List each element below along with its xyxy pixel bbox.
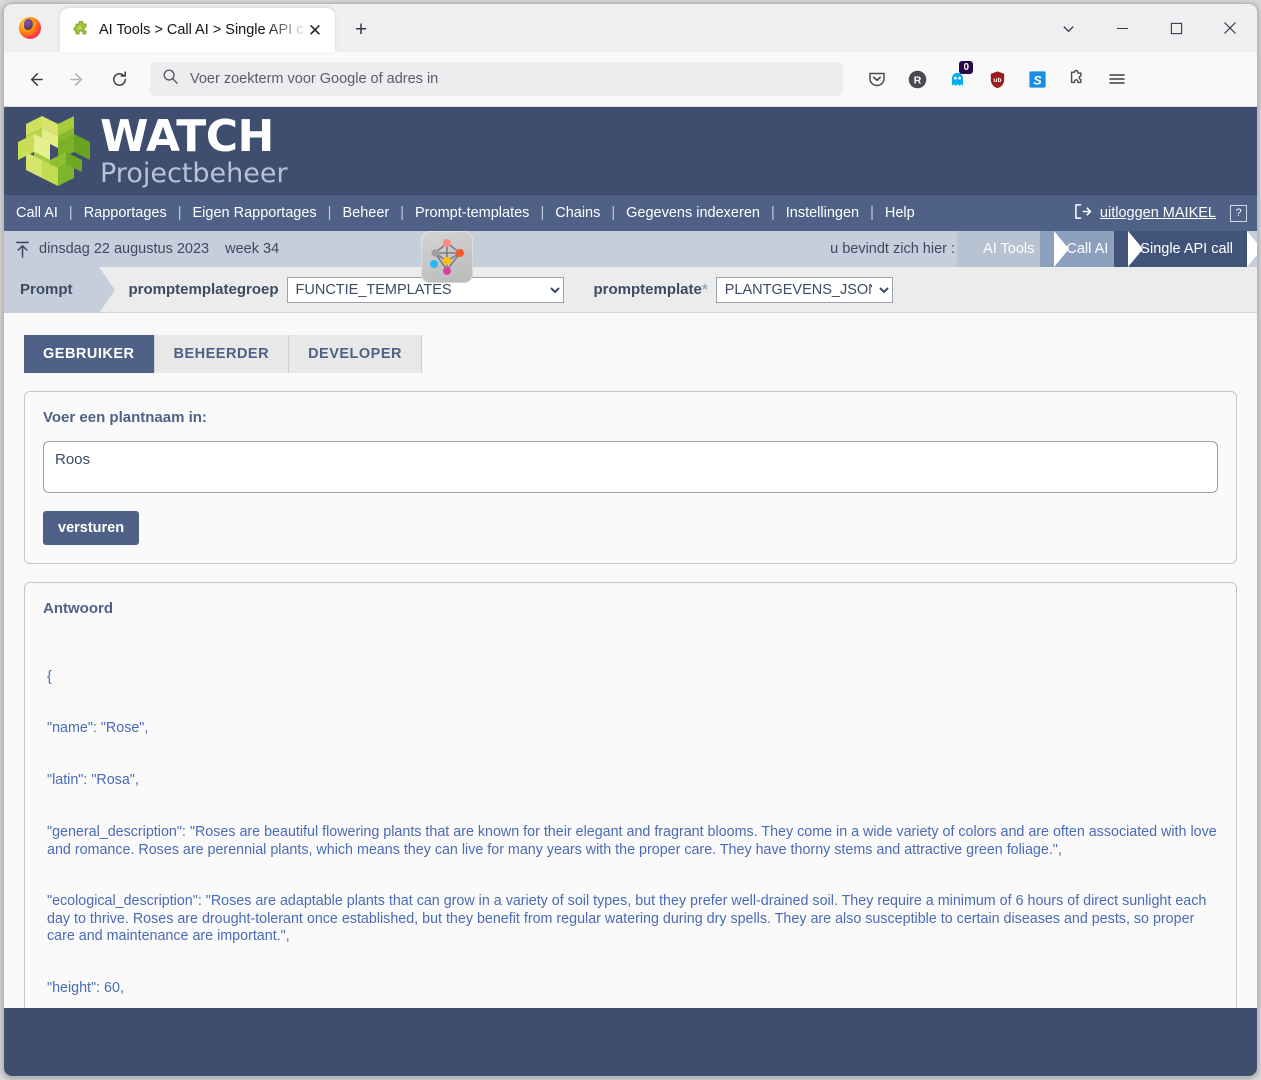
- nav-separator: |: [177, 205, 182, 221]
- page-footer: [4, 1008, 1257, 1076]
- nav-item-call-ai[interactable]: Call AI: [14, 205, 60, 221]
- prompt-input-panel: Voer een plantnaam in: versturen: [24, 391, 1237, 564]
- address-bar[interactable]: Voer zoekterm voor Google of adres in: [150, 62, 843, 96]
- nav-separator: |: [611, 205, 616, 221]
- browser-toolbar: Voer zoekterm voor Google of adres in R …: [4, 52, 1257, 107]
- role-tabs: GEBRUIKER BEHEERDER DEVELOPER: [24, 335, 1237, 373]
- watch-cube-logo: [14, 112, 94, 190]
- submit-button[interactable]: versturen: [43, 511, 140, 545]
- ublock-origin-icon[interactable]: ub: [979, 61, 1015, 97]
- web-page: WATCH Projectbeheer Call AI | Rapportage…: [4, 107, 1257, 1076]
- breadcrumb-label: u bevindt zich hier :: [830, 241, 956, 257]
- nav-item-help[interactable]: Help: [883, 205, 917, 221]
- required-asterisk: *: [701, 281, 708, 298]
- pocket-save-icon[interactable]: [859, 61, 895, 97]
- date-breadcrumb-bar: dinsdag 22 augustus 2023 week 34 u bevin…: [4, 231, 1257, 267]
- browser-window: AI Tools > Call AI > Single API c ✕ + Vo…: [3, 3, 1258, 1077]
- ghostery-badge-count: 0: [959, 61, 973, 74]
- help-question-icon[interactable]: ?: [1230, 204, 1247, 222]
- plant-name-input[interactable]: [43, 441, 1218, 493]
- tab-strip: AI Tools > Call AI > Single API c ✕ +: [4, 4, 1257, 52]
- forward-arrow-icon: [59, 61, 95, 97]
- promptemplate-label: promptemplate*: [593, 281, 708, 298]
- nav-item-instellingen[interactable]: Instellingen: [784, 205, 861, 221]
- nav-separator: |: [770, 205, 775, 221]
- site-logo-text: WATCH Projectbeheer: [100, 111, 288, 189]
- address-bar-placeholder: Voer zoekterm voor Google of adres in: [190, 71, 439, 87]
- nav-separator: |: [870, 205, 874, 221]
- account-r-icon[interactable]: R: [899, 61, 935, 97]
- nav-item-gegevens-indexeren[interactable]: Gegevens indexeren: [624, 205, 762, 221]
- answer-line: {: [47, 668, 52, 685]
- toolbar-extension-icons: R 0 ub S: [857, 61, 1137, 97]
- extensions-icon[interactable]: [1059, 61, 1095, 97]
- window-controls: [1041, 4, 1257, 52]
- promptemplate-field: promptemplate* PLANTGEVENS_JSON: [593, 276, 893, 303]
- breadcrumb: u bevindt zich hier : AI Tools Call AI S…: [830, 231, 1257, 267]
- nav-separator: |: [327, 205, 332, 221]
- svg-text:S: S: [1033, 73, 1042, 87]
- nav-item-rapportages[interactable]: Rapportages: [82, 205, 169, 221]
- nav-separator: |: [540, 205, 545, 221]
- logout-link[interactable]: uitloggen MAIKEL: [1098, 205, 1218, 221]
- tab-gebruiker[interactable]: GEBRUIKER: [24, 335, 155, 373]
- answer-line: "height": 60,: [47, 979, 124, 996]
- skype-icon[interactable]: S: [1019, 61, 1055, 97]
- nav-item-beheer[interactable]: Beheer: [340, 205, 391, 221]
- nav-item-chains[interactable]: Chains: [553, 205, 602, 221]
- nav-item-prompt-templates[interactable]: Prompt-templates: [413, 205, 531, 221]
- app-menu-icon[interactable]: [1099, 61, 1135, 97]
- answer-panel: Antwoord { "name": "Rose", "latin": "Ros…: [24, 582, 1237, 1076]
- main-navigation: Call AI | Rapportages | Eigen Rapportage…: [4, 195, 1257, 231]
- back-arrow-icon[interactable]: [17, 61, 53, 97]
- close-window-button[interactable]: [1203, 4, 1257, 52]
- network-graph-app-icon[interactable]: [421, 231, 473, 283]
- svg-text:R: R: [913, 74, 921, 86]
- tab-developer[interactable]: DEVELOPER: [289, 335, 422, 373]
- promptemplategroep-label: promptemplategroep: [128, 281, 279, 298]
- prompt-selector-bar: Prompt promptemplategroep FUNCTIE_TEMPLA…: [4, 266, 1257, 313]
- reload-icon[interactable]: [101, 61, 137, 97]
- puzzle-green-favicon: [72, 20, 90, 39]
- tab-close-icon[interactable]: ✕: [303, 18, 327, 42]
- current-date: dinsdag 22 augustus 2023: [39, 241, 210, 257]
- tab-title: AI Tools > Call AI > Single API c: [99, 22, 303, 38]
- prompt-panel-title: Voer een plantnaam in:: [43, 409, 207, 426]
- minimize-button[interactable]: [1095, 4, 1149, 52]
- answer-line: "general_description": "Roses are beauti…: [47, 824, 1221, 858]
- ghostery-icon[interactable]: 0: [939, 61, 975, 97]
- browser-tab[interactable]: AI Tools > Call AI > Single API c ✕: [60, 8, 335, 52]
- nav-item-eigen-rapportages[interactable]: Eigen Rapportages: [191, 205, 319, 221]
- answer-line: "ecological_description": "Roses are ada…: [47, 893, 1211, 945]
- answer-panel-title: Antwoord: [43, 600, 113, 617]
- current-week: week 34: [225, 241, 280, 257]
- promptemplate-select[interactable]: PLANTGEVENS_JSON: [715, 276, 893, 303]
- tab-list-button[interactable]: [1041, 4, 1095, 52]
- logout-icon[interactable]: [1073, 203, 1092, 224]
- new-tab-button[interactable]: +: [343, 12, 379, 48]
- firefox-logo-icon: [4, 4, 56, 52]
- svg-text:ub: ub: [993, 76, 1001, 83]
- tab-beheerder[interactable]: BEHEERDER: [154, 335, 290, 373]
- prompt-tag: Prompt: [4, 266, 114, 313]
- promptemplategroep-field: promptemplategroep FUNCTIE_TEMPLATES: [128, 276, 564, 303]
- nav-separator: |: [400, 205, 404, 221]
- site-header: WATCH Projectbeheer: [4, 107, 1257, 283]
- site-title: WATCH: [100, 111, 274, 162]
- page-content: GEBRUIKER BEHEERDER DEVELOPER Voer een p…: [4, 313, 1257, 1076]
- nav-right-group: uitloggen MAIKEL ?: [1073, 203, 1247, 224]
- site-subtitle: Projectbeheer: [100, 158, 288, 189]
- maximize-button[interactable]: [1149, 4, 1203, 52]
- answer-line: "latin": "Rosa",: [47, 772, 139, 789]
- search-icon: [162, 68, 179, 90]
- answer-line: "name": "Rose",: [47, 720, 149, 737]
- nav-separator: |: [68, 205, 73, 221]
- home-up-arrow-icon[interactable]: [14, 240, 31, 259]
